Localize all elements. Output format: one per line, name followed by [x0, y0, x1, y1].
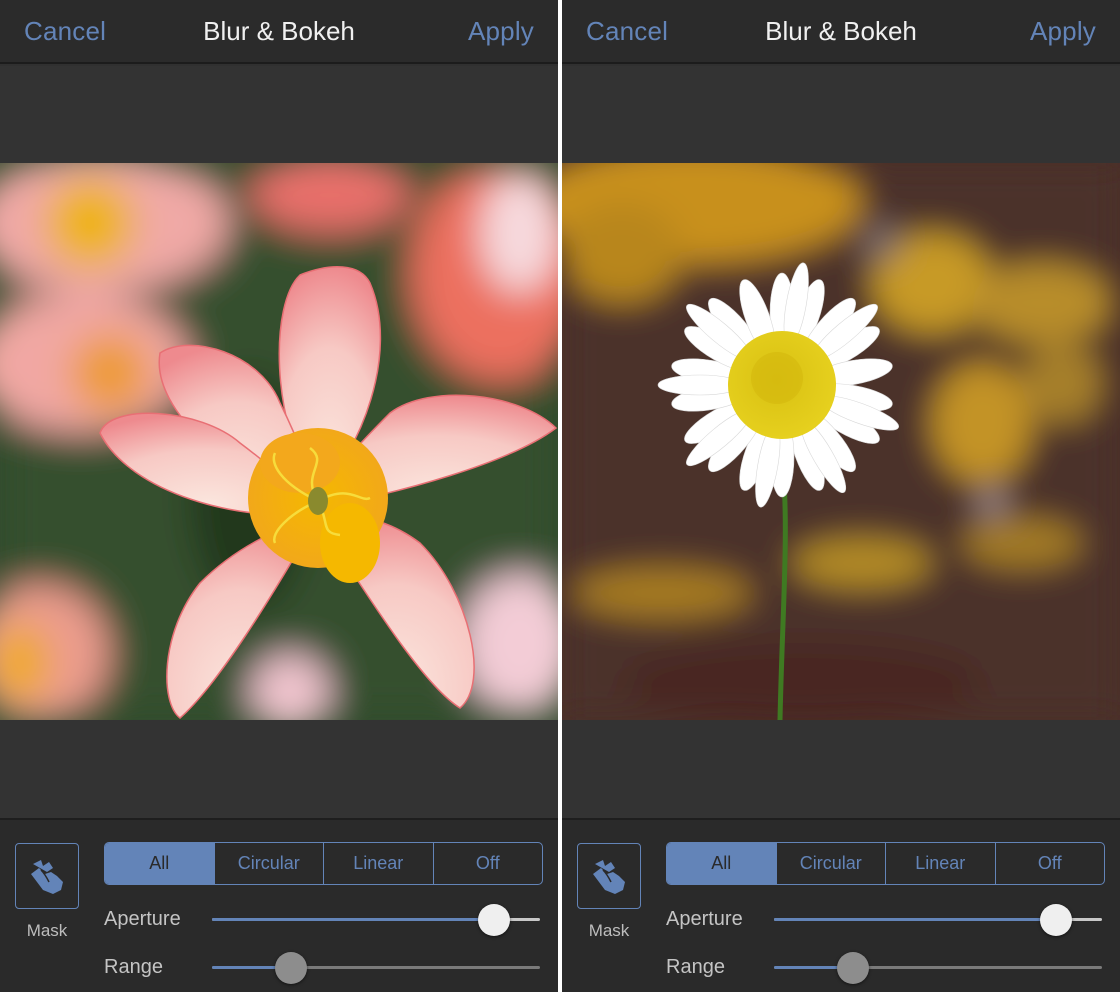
- mask-button[interactable]: [577, 843, 641, 909]
- editor-screen-left: Cancel Blur & Bokeh Apply Mask All Circu…: [0, 0, 558, 992]
- nav-bar: Cancel Blur & Bokeh Apply: [562, 0, 1120, 64]
- range-slider-thumb[interactable]: [274, 952, 307, 984]
- mode-circular[interactable]: Circular: [213, 843, 324, 884]
- mask-button[interactable]: [15, 843, 79, 909]
- aperture-slider[interactable]: [774, 903, 1102, 937]
- aperture-label: Aperture: [104, 908, 181, 930]
- cancel-button[interactable]: Cancel: [24, 16, 106, 47]
- cancel-button[interactable]: Cancel: [586, 16, 668, 47]
- photo-canvas: [562, 66, 1120, 818]
- mode-linear[interactable]: Linear: [885, 843, 995, 884]
- hand-brush-icon: [31, 860, 63, 894]
- apply-button[interactable]: Apply: [1030, 16, 1096, 47]
- photo-canvas: [0, 66, 558, 818]
- mode-linear[interactable]: Linear: [323, 843, 433, 884]
- mode-all[interactable]: All: [105, 843, 214, 884]
- mode-off[interactable]: Off: [432, 843, 543, 884]
- daisy-photo-image: [562, 163, 1120, 720]
- photo-tulip[interactable]: [0, 163, 558, 720]
- blur-toolbar: Mask All Circular Linear Off Aperture Ra…: [562, 818, 1120, 992]
- range-label: Range: [666, 956, 725, 978]
- aperture-slider-fill: [212, 918, 495, 921]
- tulip-photo-image: [0, 163, 558, 720]
- aperture-slider[interactable]: [212, 903, 540, 937]
- range-label: Range: [104, 956, 163, 978]
- mode-all[interactable]: All: [667, 843, 776, 884]
- mode-off[interactable]: Off: [994, 843, 1105, 884]
- aperture-slider-thumb[interactable]: [1040, 904, 1073, 936]
- mask-label: Mask: [26, 921, 68, 940]
- aperture-slider-fill: [774, 918, 1057, 921]
- aperture-label: Aperture: [666, 908, 743, 930]
- mode-circular[interactable]: Circular: [775, 843, 886, 884]
- nav-bar: Cancel Blur & Bokeh Apply: [0, 0, 558, 64]
- blur-mode-selector: All Circular Linear Off: [666, 842, 1105, 885]
- photo-daisy[interactable]: [562, 163, 1120, 720]
- mask-label: Mask: [588, 921, 630, 940]
- range-slider[interactable]: [212, 951, 540, 985]
- apply-button[interactable]: Apply: [468, 16, 534, 47]
- range-slider-thumb[interactable]: [836, 952, 869, 984]
- editor-screen-right: Cancel Blur & Bokeh Apply Mask All Circu…: [562, 0, 1120, 992]
- hand-brush-icon: [593, 860, 625, 894]
- aperture-slider-thumb[interactable]: [478, 904, 511, 936]
- blur-toolbar: Mask All Circular Linear Off Aperture Ra…: [0, 818, 558, 992]
- range-slider[interactable]: [774, 951, 1102, 985]
- blur-mode-selector: All Circular Linear Off: [104, 842, 543, 885]
